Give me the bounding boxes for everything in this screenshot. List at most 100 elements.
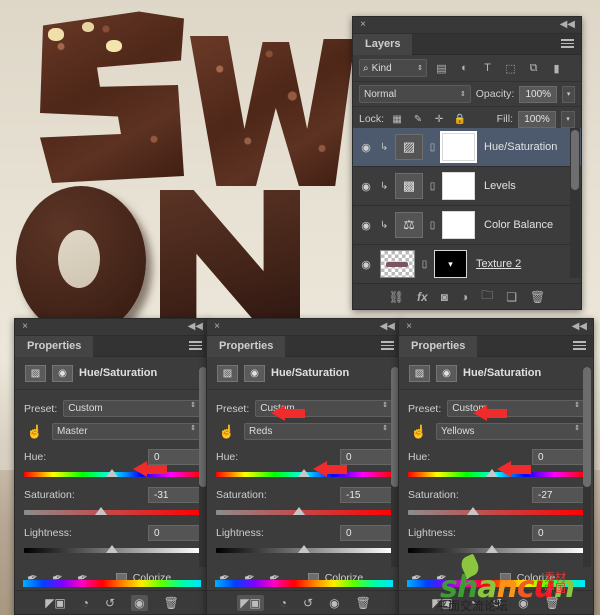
- panel-menu-icon[interactable]: [561, 39, 574, 50]
- layer-style-fx-icon[interactable]: fx: [417, 290, 428, 304]
- preset-select[interactable]: Custom ⇕: [447, 400, 584, 417]
- scrollbar-thumb[interactable]: [571, 130, 579, 190]
- properties-panel-reds[interactable]: × ◀◀ Properties ▨ ◉ Hue/Saturation Prese…: [206, 318, 402, 615]
- hue-slider[interactable]: [216, 469, 392, 478]
- collapse-panel-icon[interactable]: ◀◀: [560, 19, 575, 30]
- layers-panel[interactable]: × ◀◀ Layers ⌕ Kind ⇕ ▤ ◐ T ⬚ ⧉ ▮ Normal …: [352, 16, 582, 310]
- reset-icon[interactable]: ↺: [303, 596, 313, 610]
- panel-menu-icon[interactable]: [381, 341, 394, 352]
- link-mask-icon[interactable]: ▯: [428, 181, 437, 192]
- table-row[interactable]: ◉ ↳ ⚖ ▯ Color Balance: [353, 206, 581, 245]
- hue-value[interactable]: 0: [148, 449, 200, 465]
- pixel-layer-filter-icon[interactable]: ▤: [433, 61, 450, 76]
- hue-value[interactable]: 0: [340, 449, 392, 465]
- collapse-panel-icon[interactable]: ◀◀: [188, 321, 203, 332]
- clip-to-layer-icon[interactable]: ◤▣: [45, 596, 66, 610]
- new-adjustment-icon[interactable]: ◑: [461, 290, 468, 304]
- new-group-icon[interactable]: 🗀: [481, 286, 493, 307]
- previous-state-icon[interactable]: ◔: [82, 596, 89, 610]
- panel-menu-icon[interactable]: [189, 341, 202, 352]
- saturation-value[interactable]: -31: [148, 487, 200, 503]
- lightness-slider[interactable]: [24, 545, 200, 554]
- layer-visibility-icon[interactable]: ◉: [357, 141, 375, 154]
- delete-adjustment-icon[interactable]: 🗑: [356, 596, 371, 610]
- clip-to-layer-icon[interactable]: ◤▣: [237, 594, 264, 611]
- link-layers-icon[interactable]: ⛓: [389, 290, 404, 304]
- toggle-visibility-icon[interactable]: ◉: [329, 596, 339, 610]
- delete-adjustment-icon[interactable]: 🗑: [164, 596, 179, 610]
- layer-visibility-icon[interactable]: ◉: [357, 258, 375, 271]
- close-icon[interactable]: ×: [212, 322, 222, 332]
- tab-properties[interactable]: Properties: [15, 336, 94, 357]
- layer-list[interactable]: ◉ ↳ ▨ ▯ Hue/Saturation ◉ ↳ ▩ ▯ Levels ◉ …: [353, 128, 581, 278]
- layer-visibility-icon[interactable]: ◉: [357, 180, 375, 193]
- properties-scrollbar[interactable]: [583, 367, 591, 567]
- lightness-slider[interactable]: [408, 545, 584, 554]
- collapse-panel-icon[interactable]: ◀◀: [380, 321, 395, 332]
- hue-value[interactable]: 0: [532, 449, 584, 465]
- new-layer-icon[interactable]: ❏: [506, 290, 517, 304]
- lock-position-icon[interactable]: ✛: [431, 112, 447, 127]
- adjustment-layer-filter-icon[interactable]: ◐: [456, 61, 473, 76]
- channel-select[interactable]: Reds ⇕: [244, 423, 392, 440]
- previous-state-icon[interactable]: ◔: [280, 596, 287, 610]
- close-icon[interactable]: ×: [404, 322, 414, 332]
- saturation-slider[interactable]: [408, 507, 584, 516]
- layer-kind-filter-select[interactable]: ⌕ Kind ⇕: [359, 59, 427, 77]
- fill-value[interactable]: 100%: [518, 110, 556, 128]
- link-mask-icon[interactable]: ▯: [420, 259, 429, 270]
- link-mask-icon[interactable]: ▯: [428, 220, 437, 231]
- preset-select[interactable]: Custom ⇕: [63, 400, 200, 417]
- layer-mask-thumbnail[interactable]: ▾: [434, 250, 467, 278]
- hue-slider[interactable]: [24, 469, 200, 478]
- hue-saturation-thumb[interactable]: ▨: [395, 134, 423, 160]
- checker-thumb[interactable]: [380, 250, 415, 278]
- close-icon[interactable]: ×: [358, 20, 368, 30]
- channel-select[interactable]: Yellows ⇕: [436, 423, 584, 440]
- table-row[interactable]: ◉ ↳ ▨ ▯ Hue/Saturation: [353, 128, 581, 167]
- on-image-adjust-hand-icon[interactable]: ☝: [24, 424, 46, 440]
- add-mask-icon[interactable]: ◙: [441, 290, 448, 304]
- lightness-slider[interactable]: [216, 545, 392, 554]
- layer-mask-thumbnail[interactable]: [442, 211, 475, 239]
- layer-visibility-icon[interactable]: ◉: [357, 219, 375, 232]
- hue-slider-handle[interactable]: [298, 469, 310, 477]
- color-balance-thumb[interactable]: ⚖: [395, 212, 423, 238]
- lightness-slider-handle[interactable]: [106, 545, 118, 553]
- filter-toggle-icon[interactable]: ▮: [548, 61, 565, 76]
- saturation-slider-handle[interactable]: [292, 507, 305, 515]
- saturation-slider-handle[interactable]: [95, 507, 108, 515]
- reset-icon[interactable]: ↺: [105, 596, 115, 610]
- type-layer-filter-icon[interactable]: T: [479, 61, 496, 76]
- panel-menu-icon[interactable]: [573, 341, 586, 352]
- table-row[interactable]: ◉ ▯ ▾ Texture 2: [353, 245, 581, 278]
- opacity-value[interactable]: 100%: [519, 85, 558, 103]
- lightness-slider-handle[interactable]: [486, 545, 499, 553]
- tab-properties[interactable]: Properties: [399, 336, 478, 357]
- close-icon[interactable]: ×: [20, 322, 30, 332]
- tab-properties[interactable]: Properties: [207, 336, 286, 357]
- hue-slider-handle[interactable]: [106, 469, 118, 477]
- channel-select[interactable]: Master ⇕: [52, 423, 200, 440]
- link-mask-icon[interactable]: ▯: [428, 142, 437, 153]
- layer-mask-thumbnail[interactable]: [440, 131, 477, 163]
- saturation-slider[interactable]: [24, 507, 200, 516]
- hue-slider-handle[interactable]: [486, 469, 499, 477]
- scrollbar-thumb[interactable]: [583, 367, 591, 487]
- properties-panel-master[interactable]: × ◀◀ Properties ▨ ◉ Hue/Saturation Prese…: [14, 318, 210, 615]
- saturation-value[interactable]: -15: [340, 487, 392, 503]
- table-row[interactable]: ◉ ↳ ▩ ▯ Levels: [353, 167, 581, 206]
- shape-layer-filter-icon[interactable]: ⬚: [502, 61, 519, 76]
- fill-dropdown-icon[interactable]: ▾: [561, 110, 575, 128]
- saturation-slider-handle[interactable]: [467, 507, 480, 515]
- preset-select[interactable]: Custom ⇕: [255, 400, 392, 417]
- on-image-adjust-hand-icon[interactable]: ☝: [216, 424, 238, 440]
- layer-mask-thumbnail[interactable]: [442, 172, 475, 200]
- color-range-spectrum[interactable]: [215, 580, 393, 587]
- saturation-slider[interactable]: [216, 507, 392, 516]
- hue-slider[interactable]: [408, 469, 584, 478]
- levels-thumb[interactable]: ▩: [395, 173, 423, 199]
- smart-object-filter-icon[interactable]: ⧉: [525, 61, 542, 76]
- opacity-dropdown-icon[interactable]: ▾: [562, 85, 575, 103]
- collapse-panel-icon[interactable]: ◀◀: [572, 321, 587, 332]
